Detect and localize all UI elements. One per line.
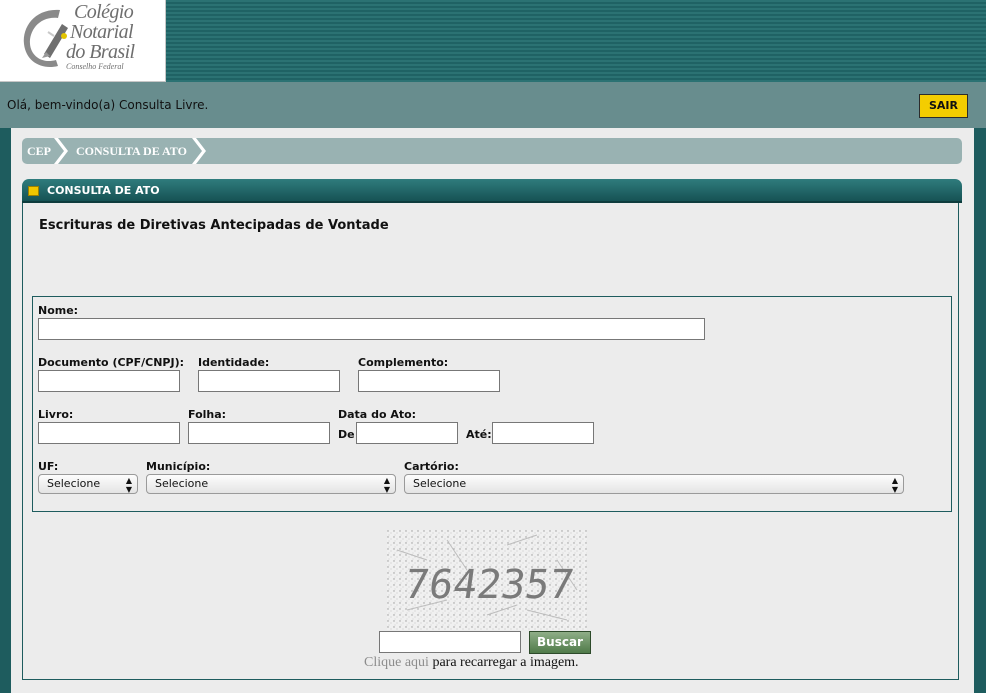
cartorio-selected-value: Selecione [413, 477, 467, 490]
cartorio-label: Cartório: [404, 460, 459, 473]
data-do-ato-label: Data do Ato: [338, 408, 417, 421]
captcha-input[interactable] [379, 631, 521, 653]
panel-title: CONSULTA DE ATO [47, 184, 160, 197]
yellow-square-icon [28, 186, 39, 196]
livro-label: Livro: [38, 408, 74, 421]
logo-line-3: do Brasil [66, 41, 135, 63]
municipio-select[interactable]: Selecione ▲ ▼ [146, 474, 396, 494]
chevron-right-icon [54, 138, 68, 164]
nome-label: Nome: [38, 304, 79, 317]
uf-label: UF: [38, 460, 59, 473]
complemento-input[interactable] [358, 370, 500, 392]
documento-input[interactable] [38, 370, 180, 392]
chevron-right-icon [192, 138, 206, 164]
municipio-label: Município: [146, 460, 211, 473]
captcha-image: 7642357 [387, 530, 587, 630]
search-button[interactable]: Buscar [529, 631, 591, 654]
reload-captcha-suffix: para recarregar a imagem. [428, 655, 579, 670]
folha-input[interactable] [188, 422, 330, 444]
folha-label: Folha: [188, 408, 227, 421]
data-de-input[interactable] [356, 422, 458, 444]
uf-selected-value: Selecione [47, 477, 101, 490]
captcha-code-text: 7642357 [402, 562, 577, 608]
identidade-input[interactable] [198, 370, 340, 392]
municipio-selected-value: Selecione [155, 477, 209, 490]
reload-captcha-text: Clique aqui para recarregar a imagem. [364, 655, 579, 671]
select-arrows-icon: ▲ ▼ [891, 476, 899, 494]
logout-button[interactable]: SAIR [919, 94, 968, 118]
ate-label: Até: [466, 428, 492, 441]
data-ate-input[interactable] [492, 422, 594, 444]
welcome-message: Olá, bem-vindo(a) Consulta Livre. [7, 98, 209, 112]
complemento-label: Complemento: [358, 356, 449, 369]
identidade-label: Identidade: [198, 356, 270, 369]
welcome-bar: Olá, bem-vindo(a) Consulta Livre. [0, 82, 986, 128]
section-title: Escrituras de Diretivas Antecipadas de V… [39, 218, 389, 233]
breadcrumb-item-consulta-de-ato[interactable]: CONSULTA DE ATO [76, 138, 187, 164]
logo-line-2: Notarial [70, 21, 134, 43]
logo-line-4: Conselho Federal [66, 62, 124, 71]
documento-label: Documento (CPF/CNPJ): [38, 356, 184, 369]
logo-wordmark: Colégio Notarial do Brasil Conselho Fede… [66, 2, 135, 72]
reload-captcha-link[interactable]: Clique aqui [364, 655, 429, 670]
de-label: De [338, 428, 355, 441]
breadcrumb: CEP CONSULTA DE ATO [22, 138, 962, 164]
livro-input[interactable] [38, 422, 180, 444]
select-arrows-icon: ▲ ▼ [383, 476, 391, 494]
panel-header: CONSULTA DE ATO [22, 179, 962, 203]
uf-select[interactable]: Selecione ▲ ▼ [38, 474, 138, 494]
nome-input[interactable] [38, 318, 705, 340]
select-arrows-icon: ▲ ▼ [125, 476, 133, 494]
cartorio-select[interactable]: Selecione ▲ ▼ [404, 474, 904, 494]
breadcrumb-item-cep[interactable]: CEP [27, 138, 51, 164]
logo[interactable]: Colégio Notarial do Brasil Conselho Fede… [0, 0, 166, 82]
logo-line-1: Colégio [74, 1, 134, 23]
